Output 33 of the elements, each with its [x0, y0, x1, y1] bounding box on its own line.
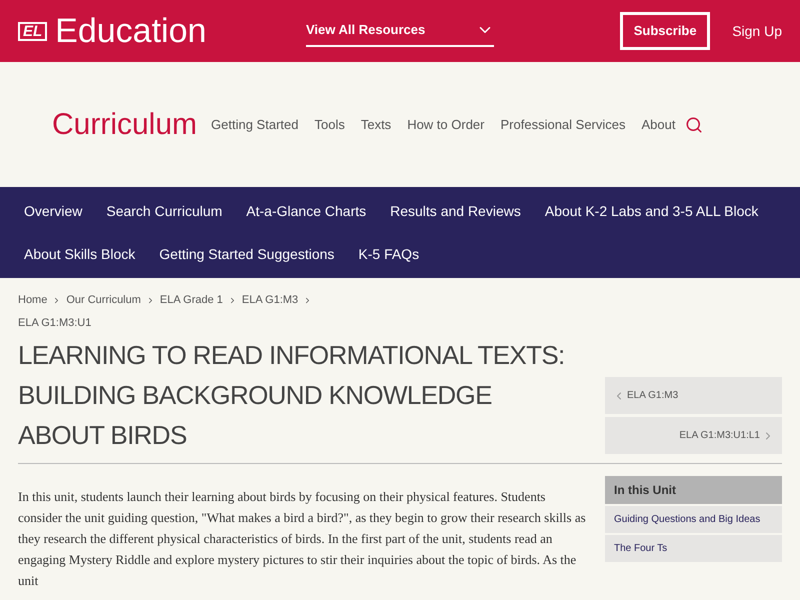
logo-mark: EL — [18, 22, 48, 40]
unit-link[interactable]: The Four Ts — [605, 535, 782, 562]
header-link[interactable]: Getting Started — [211, 114, 298, 134]
site-title: Curriculum — [52, 107, 198, 143]
sign-up-link[interactable]: Sign Up — [732, 20, 782, 42]
nav-link[interactable]: Results and Reviews — [390, 200, 521, 222]
breadcrumb-link[interactable]: ELA Grade 1 — [160, 292, 223, 308]
breadcrumb-link[interactable]: Home — [18, 292, 48, 308]
breadcrumb-link[interactable]: Our Curriculum — [66, 292, 141, 308]
nav-link[interactable]: At-a-Glance Charts — [246, 200, 366, 222]
header-link[interactable]: How to Order — [407, 114, 484, 134]
header-link[interactable]: Tools — [314, 114, 345, 134]
resources-dropdown[interactable]: View All Resources — [306, 15, 494, 47]
unit-link[interactable]: Guiding Questions and Big Ideas — [605, 506, 782, 533]
search-icon[interactable] — [685, 116, 704, 134]
unit-description: In this unit, students launch their learning about birds by focusing on their physical features. Students consider the unit guiding question, "What makes a bird a bird?", as they begin to grow their research skills as they research the different physical characteristics of birds. In the first part of the unit, students read an engaging Mystery Riddle and explore mystery pictures to stir their inquiries about the topic of birds. As the unit — [18, 488, 587, 590]
in-this-unit-heading: In this Unit — [605, 476, 782, 504]
unit-code: ELA G1:M3:U1 — [18, 316, 92, 330]
previous-link[interactable]: ELA G1:M3 — [605, 377, 782, 414]
nav-link[interactable]: Overview — [24, 200, 82, 222]
header-link[interactable]: About — [642, 114, 676, 134]
nav-link[interactable]: K-5 FAQs — [358, 244, 420, 264]
header-link[interactable]: Professional Services — [500, 114, 626, 134]
subscribe-button[interactable]: Subscribe — [620, 12, 710, 50]
next-link[interactable]: ELA G1:M3:U1:L1 — [605, 417, 782, 454]
header-link[interactable]: Texts — [360, 114, 392, 134]
logo-text: Education — [55, 14, 206, 48]
nav-link[interactable]: About K-2 Labs and 3-5 ALL Block — [544, 200, 758, 222]
nav-link[interactable]: About Skills Block — [24, 244, 136, 264]
breadcrumb-link[interactable]: ELA G1:M3 — [242, 292, 298, 308]
nav-link[interactable]: Getting Started Suggestions — [159, 244, 334, 264]
page-title: LEARNING TO READ INFORMATIONAL TEXTS: BUILDING BACKGROUND KNOWLEDGE ABOUT BIRDS — [18, 339, 566, 452]
nav-link[interactable]: Search Curriculum — [106, 200, 222, 222]
